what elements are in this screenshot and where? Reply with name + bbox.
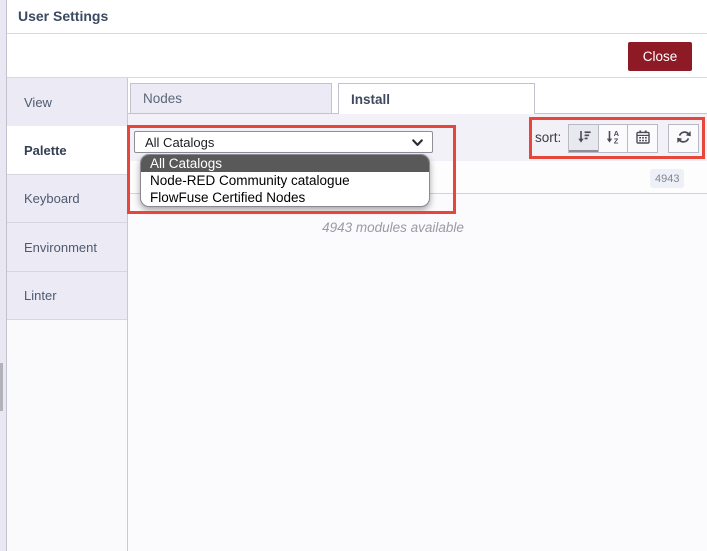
user-settings-dialog: User Settings Close View Palette Keyboar… xyxy=(0,0,707,551)
refresh-icon xyxy=(676,129,692,148)
tab-label: Nodes xyxy=(143,91,183,106)
svg-text:Z: Z xyxy=(614,137,619,145)
sort-amount-button[interactable] xyxy=(568,124,599,153)
sidebar-item-label: Palette xyxy=(24,142,67,158)
tab-nodes[interactable]: Nodes xyxy=(130,83,332,114)
sidebar-item-label: View xyxy=(24,94,52,110)
calendar-icon xyxy=(635,129,651,148)
catalog-option-flowfuse-certified[interactable]: FlowFuse Certified Nodes xyxy=(141,189,429,206)
sidebar-item-label: Environment xyxy=(24,239,97,255)
sort-date-button[interactable] xyxy=(627,124,658,153)
close-button[interactable]: Close xyxy=(628,42,692,71)
page-left-strip xyxy=(0,0,7,551)
sidebar-item-keyboard[interactable]: Keyboard xyxy=(7,175,127,223)
dialog-headerbar xyxy=(7,34,707,78)
sidebar-item-label: Keyboard xyxy=(24,191,80,206)
sort-label: sort: xyxy=(535,130,562,145)
chevron-down-icon xyxy=(410,135,425,153)
page-title: User Settings xyxy=(18,8,109,24)
refresh-button[interactable] xyxy=(668,124,699,153)
left-scrollbar[interactable] xyxy=(0,363,3,411)
sort-alpha-icon: A Z xyxy=(605,129,621,148)
sidebar-item-environment[interactable]: Environment xyxy=(7,223,127,272)
catalog-option-all-catalogs[interactable]: All Catalogs xyxy=(141,155,429,172)
sidebar-item-view[interactable]: View xyxy=(7,78,127,127)
catalog-option-nodered-community[interactable]: Node-RED Community catalogue xyxy=(141,172,429,189)
module-count-badge: 4943 xyxy=(650,169,685,188)
tab-install[interactable]: Install xyxy=(338,83,535,114)
sidebar-item-label: Linter xyxy=(24,288,57,303)
dialog-titlebar: User Settings xyxy=(7,0,707,34)
module-list-area xyxy=(128,194,707,551)
sidebar-item-palette[interactable]: Palette xyxy=(7,126,128,175)
catalog-select-value: All Catalogs xyxy=(145,134,215,150)
catalog-dropdown-popup: All Catalogs Node-RED Community catalogu… xyxy=(140,154,430,207)
catalog-select[interactable]: All Catalogs xyxy=(134,131,433,153)
sort-amount-icon xyxy=(576,129,592,148)
sidebar-item-linter[interactable]: Linter xyxy=(7,272,127,320)
tab-label: Install xyxy=(351,91,391,107)
modules-available-text: 4943 modules available xyxy=(322,220,464,235)
sort-alpha-button[interactable]: A Z xyxy=(598,124,628,153)
